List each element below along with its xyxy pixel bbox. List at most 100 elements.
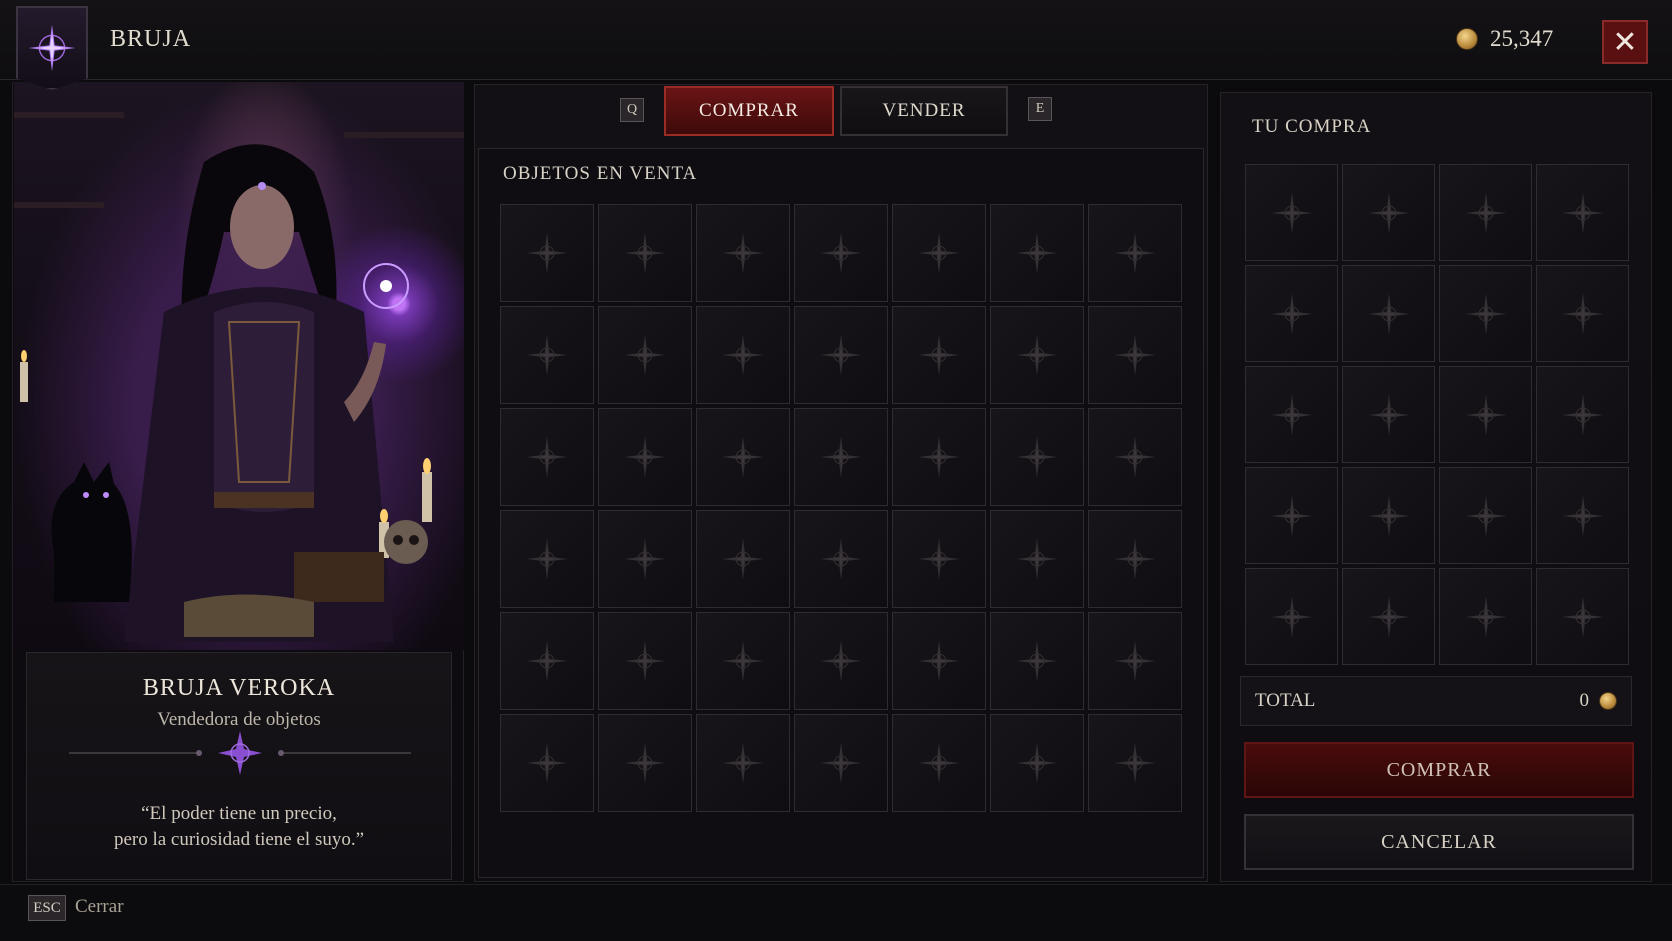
purchase-item-slot[interactable] xyxy=(1536,164,1629,261)
empty-slot-star-icon xyxy=(820,742,862,784)
shop-item-slot[interactable] xyxy=(500,612,594,710)
shop-item-slot[interactable] xyxy=(1088,510,1182,608)
cancel-button[interactable]: CANCELAR xyxy=(1244,814,1634,870)
shop-item-slot[interactable] xyxy=(990,510,1084,608)
shop-item-slot[interactable] xyxy=(990,714,1084,812)
empty-slot-star-icon xyxy=(1464,494,1507,537)
shop-item-slot[interactable] xyxy=(696,408,790,506)
empty-slot-star-icon xyxy=(918,640,960,682)
close-hint[interactable]: Cerrar xyxy=(75,896,124,918)
purchase-item-slot[interactable] xyxy=(1439,366,1532,463)
next-tab-key[interactable]: E xyxy=(1028,97,1052,121)
empty-slot-star-icon xyxy=(1561,393,1604,436)
empty-slot-star-icon xyxy=(1016,232,1058,274)
vendor-title: BRUJA xyxy=(110,26,192,52)
shop-item-slot[interactable] xyxy=(598,408,692,506)
empty-slot-star-icon xyxy=(1464,393,1507,436)
empty-slot-star-icon xyxy=(1561,494,1604,537)
shop-item-slot[interactable] xyxy=(598,612,692,710)
purchase-item-slot[interactable] xyxy=(1245,467,1338,564)
purchase-item-slot[interactable] xyxy=(1245,366,1338,463)
shop-item-slot[interactable] xyxy=(892,306,986,404)
shop-item-slot[interactable] xyxy=(696,612,790,710)
purchase-item-slot[interactable] xyxy=(1439,568,1532,665)
npc-portrait xyxy=(14,82,464,650)
shop-item-slot[interactable] xyxy=(990,612,1084,710)
empty-slot-star-icon xyxy=(820,538,862,580)
shop-item-slot[interactable] xyxy=(794,408,888,506)
purchase-item-slot[interactable] xyxy=(1439,164,1532,261)
top-bar xyxy=(0,0,1672,80)
shop-item-slot[interactable] xyxy=(1088,408,1182,506)
empty-slot-star-icon xyxy=(722,232,764,274)
tab-buy[interactable]: COMPRAR xyxy=(664,86,834,136)
shop-item-slot[interactable] xyxy=(1088,204,1182,302)
coin-icon xyxy=(1599,692,1617,710)
purchase-item-slot[interactable] xyxy=(1536,467,1629,564)
purchase-item-slot[interactable] xyxy=(1245,164,1338,261)
purchase-item-slot[interactable] xyxy=(1536,366,1629,463)
empty-slot-star-icon xyxy=(722,538,764,580)
shop-item-slot[interactable] xyxy=(696,306,790,404)
shop-item-slot[interactable] xyxy=(892,612,986,710)
shop-item-slot[interactable] xyxy=(598,714,692,812)
purchase-item-slot[interactable] xyxy=(1439,265,1532,362)
confirm-buy-button[interactable]: COMPRAR xyxy=(1244,742,1634,798)
shop-item-slot[interactable] xyxy=(794,612,888,710)
total-label: TOTAL xyxy=(1255,690,1316,711)
tab-sell[interactable]: VENDER xyxy=(840,86,1008,136)
empty-slot-star-icon xyxy=(526,538,568,580)
empty-slot-star-icon xyxy=(1367,292,1410,335)
purchase-item-slot[interactable] xyxy=(1245,265,1338,362)
shop-item-slot[interactable] xyxy=(794,204,888,302)
shop-item-slot[interactable] xyxy=(990,204,1084,302)
empty-slot-star-icon xyxy=(1367,191,1410,234)
shop-item-slot[interactable] xyxy=(1088,714,1182,812)
shop-item-slot[interactable] xyxy=(892,204,986,302)
shop-item-slot[interactable] xyxy=(1088,612,1182,710)
empty-slot-star-icon xyxy=(918,742,960,784)
empty-slot-star-icon xyxy=(1016,436,1058,478)
shop-item-slot[interactable] xyxy=(794,510,888,608)
purchase-item-slot[interactable] xyxy=(1342,568,1435,665)
purchase-item-slot[interactable] xyxy=(1245,568,1338,665)
empty-slot-star-icon xyxy=(1270,494,1313,537)
npc-info-card: BRUJA VEROKA Vendedora de objetos “El po… xyxy=(26,652,452,880)
npc-quote-line-1: “El poder tiene un precio, xyxy=(141,803,337,824)
shop-item-slot[interactable] xyxy=(598,306,692,404)
prev-tab-key[interactable]: Q xyxy=(620,98,644,122)
ornament-divider-icon xyxy=(69,731,411,775)
empty-slot-star-icon xyxy=(1114,538,1156,580)
shop-item-slot[interactable] xyxy=(598,510,692,608)
empty-slot-star-icon xyxy=(1367,494,1410,537)
total-value: 0 xyxy=(1579,690,1590,711)
shop-item-slot[interactable] xyxy=(892,510,986,608)
shop-item-slot[interactable] xyxy=(696,204,790,302)
shop-item-slot[interactable] xyxy=(794,306,888,404)
purchase-item-slot[interactable] xyxy=(1342,467,1435,564)
shop-item-slot[interactable] xyxy=(990,306,1084,404)
purchase-item-slot[interactable] xyxy=(1342,164,1435,261)
shop-item-slot[interactable] xyxy=(696,714,790,812)
shop-item-slot[interactable] xyxy=(794,714,888,812)
shop-item-slot[interactable] xyxy=(500,306,594,404)
shop-item-slot[interactable] xyxy=(696,510,790,608)
shop-item-slot[interactable] xyxy=(892,408,986,506)
esc-key[interactable]: ESC xyxy=(28,895,66,921)
shop-item-slot[interactable] xyxy=(598,204,692,302)
shop-item-slot[interactable] xyxy=(892,714,986,812)
shop-item-slot[interactable] xyxy=(1088,306,1182,404)
purchase-item-slot[interactable] xyxy=(1342,366,1435,463)
purchase-item-slot[interactable] xyxy=(1536,265,1629,362)
purchase-item-slot[interactable] xyxy=(1439,467,1532,564)
close-button[interactable]: ✕ xyxy=(1602,20,1648,64)
empty-slot-star-icon xyxy=(1114,334,1156,376)
purchase-item-slot[interactable] xyxy=(1342,265,1435,362)
shop-item-slot[interactable] xyxy=(500,510,594,608)
shop-item-slot[interactable] xyxy=(990,408,1084,506)
shop-item-slot[interactable] xyxy=(500,204,594,302)
shop-item-slot[interactable] xyxy=(500,714,594,812)
shop-item-slot[interactable] xyxy=(500,408,594,506)
purchase-item-slot[interactable] xyxy=(1536,568,1629,665)
gold-amount: 25,347 xyxy=(1490,26,1554,51)
